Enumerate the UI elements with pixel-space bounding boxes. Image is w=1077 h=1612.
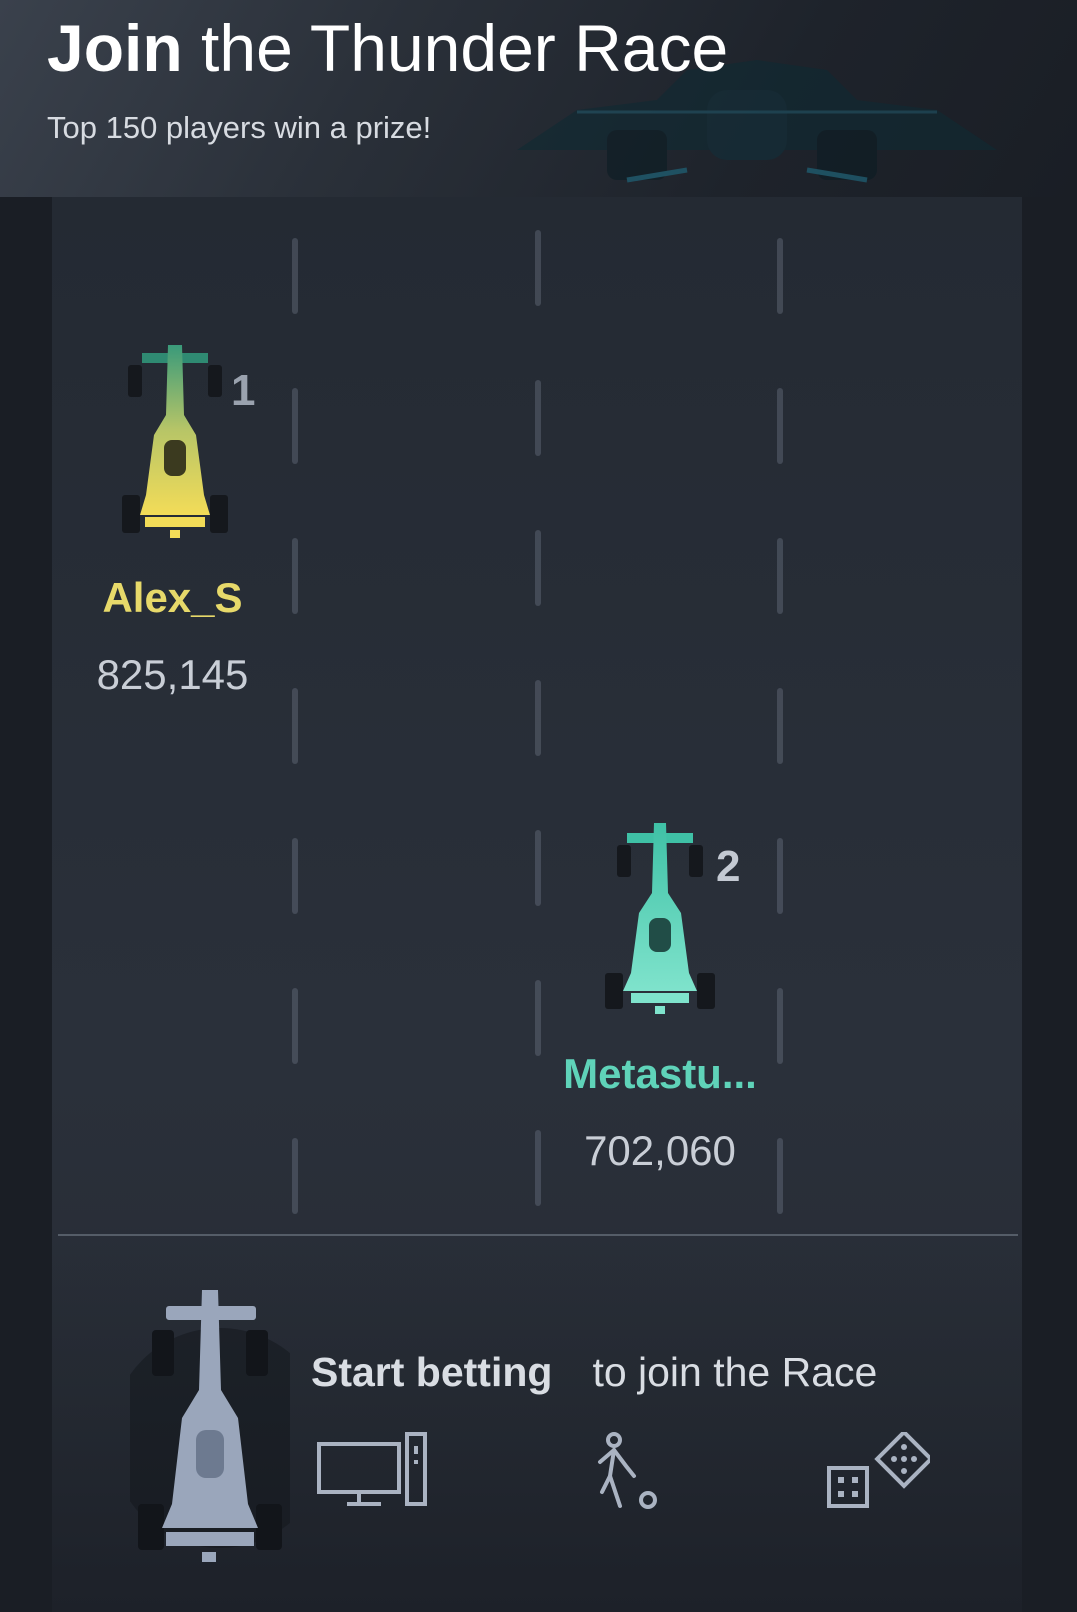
lane-dash [292,838,298,914]
player-car [130,1290,290,1562]
desktop-icon[interactable] [317,1432,429,1512]
lane-dash [292,988,298,1064]
player-score: 702,060 [584,1127,736,1174]
lane-dash [777,688,783,764]
title-rest: the Thunder Race [201,11,729,85]
dice-icon[interactable] [825,1432,930,1512]
track-border-right [1022,197,1077,1612]
lane-dash [777,388,783,464]
cta-text: Start betting to join the Race [311,1347,877,1397]
lane-dash [535,230,541,306]
title-strong: Join [47,11,183,85]
lane-dash [777,238,783,314]
track-border-left [0,197,52,1612]
lane-dash [777,1138,783,1214]
rank-number: 1 [231,366,256,415]
lane-dash [535,680,541,756]
lane-dash [535,1130,541,1206]
lane-dash [292,1138,298,1214]
lane-dash [535,530,541,606]
lane-dash [292,688,298,764]
header: Join the Thunder Race Top 150 players wi… [0,0,1077,197]
page-title: Join the Thunder Race [47,8,728,88]
racer-car-gold [122,345,228,538]
racer-car-teal [605,823,715,1014]
player-score: 825,145 [96,651,249,698]
lane-dash [777,538,783,614]
lane-dash [535,830,541,906]
lane-dash [535,380,541,456]
lane-dash [292,388,298,464]
rank-number: 2 [716,842,741,891]
page-subtitle: Top 150 players win a prize! [47,110,432,145]
lane-dash [292,238,298,314]
player-name[interactable]: Alex_S [70,574,275,622]
football-player-icon[interactable] [590,1432,660,1512]
lane-dash [292,538,298,614]
cta-start-betting[interactable]: Start betting [311,1349,552,1395]
lane-dash [535,980,541,1056]
cta-rest: to join the Race [592,1349,878,1395]
lane-dash [777,838,783,914]
player-name[interactable]: Metastu... [540,1050,780,1098]
